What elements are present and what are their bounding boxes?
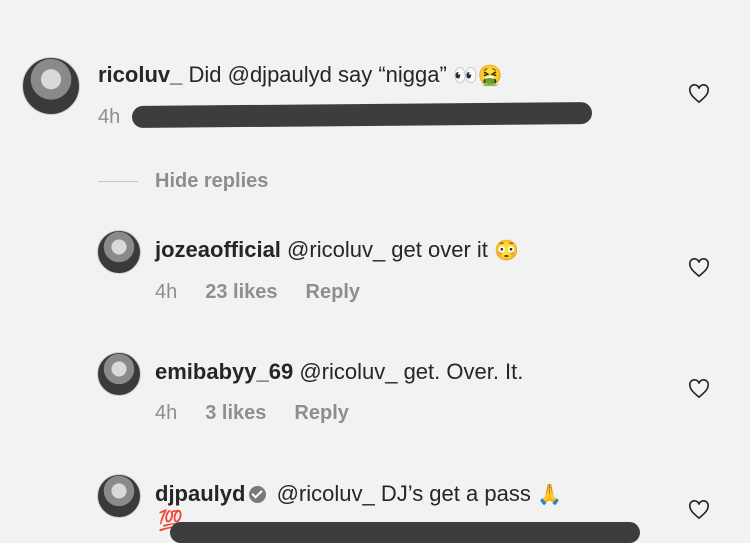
comment-emoji: 🙏 xyxy=(536,484,562,506)
comment-2: jozeaofficial @ricoluv_ get over it 😳 xyxy=(155,237,519,263)
comment-likes[interactable]: 3 likes xyxy=(205,402,266,424)
hide-replies-line xyxy=(98,181,138,182)
comment-meta: 4h 3 likes Reply xyxy=(155,402,377,425)
comment-body: @ricoluv_ DJ’s get a pass xyxy=(270,481,537,506)
comment-time: 4h xyxy=(155,402,178,424)
comment-body: @ricoluv_ get over it xyxy=(280,237,495,262)
comment-username[interactable]: emibabyy_69 xyxy=(155,359,293,384)
comment-body: Did @djpaulyd say “nigga” xyxy=(182,62,453,87)
comment-time: 4h xyxy=(98,106,121,128)
comment-3: emibabyy_69 @ricoluv_ get. Over. It. xyxy=(155,359,523,385)
comment-body: @ricoluv_ get. Over. It. xyxy=(293,359,524,384)
heart-outline-icon[interactable] xyxy=(688,379,710,399)
heart-outline-icon[interactable] xyxy=(688,500,710,520)
avatar-ricoluv[interactable] xyxy=(22,57,80,115)
comment-1: ricoluv_ Did @djpaulyd say “nigga” 👀🤮 xyxy=(98,62,503,88)
comment-username[interactable]: djpaulyd xyxy=(155,481,245,506)
comment-likes[interactable]: 23 likes xyxy=(205,281,277,303)
comment-emoji: 👀🤮 xyxy=(452,65,503,87)
avatar-emibabyy[interactable] xyxy=(97,352,141,396)
comment-emoji: 😳 xyxy=(494,240,519,262)
heart-outline-icon[interactable] xyxy=(688,258,710,278)
redaction-scribble xyxy=(131,101,593,129)
reply-button[interactable]: Reply xyxy=(306,281,360,303)
avatar-djpaulyd[interactable] xyxy=(97,474,141,518)
hide-replies-button[interactable]: Hide replies xyxy=(155,170,268,193)
redaction-scribble xyxy=(170,522,640,543)
comment-4: djpaulyd @ricoluv_ DJ’s get a pass 🙏 xyxy=(155,481,562,507)
comment-time: 4h xyxy=(155,281,178,303)
comment-meta: 4h 23 likes Reply xyxy=(155,281,388,304)
heart-outline-icon[interactable] xyxy=(688,84,710,104)
avatar-jozeaofficial[interactable] xyxy=(97,230,141,274)
comment-username[interactable]: jozeaofficial xyxy=(155,237,281,262)
comment-username[interactable]: ricoluv_ xyxy=(98,62,182,87)
reply-button[interactable]: Reply xyxy=(294,402,348,424)
verified-badge-icon xyxy=(249,486,267,503)
